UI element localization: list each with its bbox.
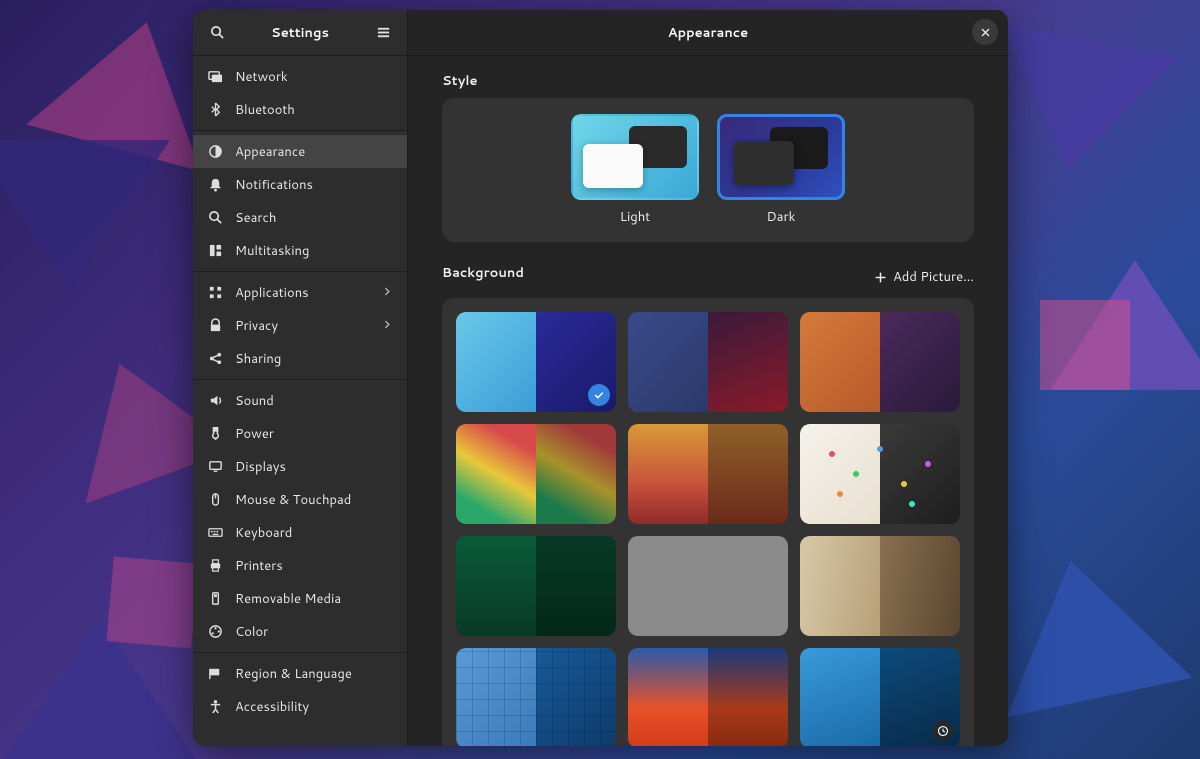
sidebar: Settings Network Bluetooth Appearance Notif… bbox=[193, 10, 408, 746]
sidebar-item-network[interactable]: Network bbox=[193, 60, 407, 93]
style-panel: Light Dark bbox=[442, 98, 974, 242]
sound-icon bbox=[207, 393, 223, 409]
add-picture-label: Add Picture… bbox=[893, 268, 974, 286]
sidebar-item-power[interactable]: Power bbox=[193, 417, 407, 450]
background-thumb-5[interactable] bbox=[628, 424, 788, 524]
sidebar-header: Settings bbox=[193, 10, 407, 56]
sidebar-item-sound[interactable]: Sound bbox=[193, 384, 407, 417]
style-option-dark[interactable]: Dark bbox=[717, 114, 845, 226]
time-badge-icon bbox=[932, 720, 954, 742]
sidebar-item-label: Mouse & Touchpad bbox=[235, 491, 393, 509]
background-thumb-12[interactable] bbox=[800, 648, 960, 746]
mouse-icon bbox=[207, 492, 223, 508]
sidebar-item-label: Appearance bbox=[235, 143, 393, 161]
style-option-label: Light bbox=[620, 208, 650, 226]
background-thumb-4[interactable] bbox=[456, 424, 616, 524]
sidebar-item-label: Network bbox=[235, 68, 393, 86]
share-icon bbox=[207, 351, 223, 367]
sidebar-item-label: Printers bbox=[235, 557, 393, 575]
sidebar-item-keyboard[interactable]: Keyboard bbox=[193, 516, 407, 549]
add-picture-button[interactable]: Add Picture… bbox=[874, 268, 974, 286]
region-icon bbox=[207, 666, 223, 682]
search-button[interactable] bbox=[203, 19, 231, 47]
style-heading: Style bbox=[442, 72, 974, 90]
sidebar-item-printers[interactable]: Printers bbox=[193, 549, 407, 582]
displays-icon bbox=[207, 459, 223, 475]
sidebar-item-label: Displays bbox=[235, 458, 393, 476]
sidebar-item-search[interactable]: Search bbox=[193, 201, 407, 234]
sidebar-item-label: Accessibility bbox=[235, 698, 393, 716]
printers-icon bbox=[207, 558, 223, 574]
appearance-icon bbox=[207, 144, 223, 160]
media-icon bbox=[207, 591, 223, 607]
access-icon bbox=[207, 699, 223, 715]
background-thumb-11[interactable] bbox=[628, 648, 788, 746]
selected-badge bbox=[588, 384, 610, 406]
sidebar-item-label: Power bbox=[235, 425, 393, 443]
power-icon bbox=[207, 426, 223, 442]
sidebar-item-label: Sharing bbox=[235, 350, 393, 368]
style-thumb-light bbox=[571, 114, 699, 200]
menu-button[interactable] bbox=[369, 19, 397, 47]
sidebar-item-label: Applications bbox=[235, 284, 370, 302]
background-panel bbox=[442, 298, 974, 746]
sidebar-item-accessibility[interactable]: Accessibility bbox=[193, 690, 407, 723]
background-thumb-3[interactable] bbox=[800, 312, 960, 412]
keyboard-icon bbox=[207, 525, 223, 541]
background-thumb-7[interactable] bbox=[456, 536, 616, 636]
sidebar-item-label: Search bbox=[235, 209, 393, 227]
sidebar-item-removable-media[interactable]: Removable Media bbox=[193, 582, 407, 615]
sidebar-item-appearance[interactable]: Appearance bbox=[193, 135, 407, 168]
sidebar-item-label: Color bbox=[235, 623, 393, 641]
content-pane: Appearance Style Light Dark Background Ad… bbox=[408, 10, 1008, 746]
sidebar-title: Settings bbox=[231, 24, 369, 42]
sidebar-item-applications[interactable]: Applications bbox=[193, 276, 407, 309]
sidebar-item-bluetooth[interactable]: Bluetooth bbox=[193, 93, 407, 126]
sidebar-item-privacy[interactable]: Privacy bbox=[193, 309, 407, 342]
sidebar-item-notifications[interactable]: Notifications bbox=[193, 168, 407, 201]
bluetooth-icon bbox=[207, 102, 223, 118]
background-thumb-2[interactable] bbox=[628, 312, 788, 412]
content-body: Style Light Dark Background Add Picture… bbox=[408, 56, 1008, 746]
sidebar-item-label: Keyboard bbox=[235, 524, 393, 542]
chevron-right-icon bbox=[382, 317, 393, 335]
sidebar-item-label: Multitasking bbox=[235, 242, 393, 260]
sidebar-item-label: Removable Media bbox=[235, 590, 393, 608]
sidebar-item-color[interactable]: Color bbox=[193, 615, 407, 648]
apps-icon bbox=[207, 285, 223, 301]
background-thumb-8[interactable] bbox=[628, 536, 788, 636]
sidebar-item-sharing[interactable]: Sharing bbox=[193, 342, 407, 375]
sidebar-item-region-language[interactable]: Region & Language bbox=[193, 657, 407, 690]
content-title: Appearance bbox=[668, 24, 748, 42]
background-thumb-6[interactable] bbox=[800, 424, 960, 524]
style-thumb-dark bbox=[717, 114, 845, 200]
multitask-icon bbox=[207, 243, 223, 259]
plus-icon bbox=[874, 271, 887, 284]
sidebar-item-label: Privacy bbox=[235, 317, 370, 335]
sidebar-item-label: Sound bbox=[235, 392, 393, 410]
chevron-right-icon bbox=[382, 284, 393, 302]
background-heading: Background bbox=[442, 264, 524, 282]
close-button[interactable] bbox=[972, 19, 998, 45]
sidebar-item-multitasking[interactable]: Multitasking bbox=[193, 234, 407, 267]
color-icon bbox=[207, 624, 223, 640]
sidebar-item-label: Notifications bbox=[235, 176, 393, 194]
sidebar-item-mouse-touchpad[interactable]: Mouse & Touchpad bbox=[193, 483, 407, 516]
background-thumb-9[interactable] bbox=[800, 536, 960, 636]
settings-window: Settings Network Bluetooth Appearance Notif… bbox=[193, 10, 1008, 746]
privacy-icon bbox=[207, 318, 223, 334]
style-option-label: Dark bbox=[767, 208, 796, 226]
background-thumb-1[interactable] bbox=[456, 312, 616, 412]
sidebar-item-label: Region & Language bbox=[235, 665, 393, 683]
search-icon bbox=[207, 210, 223, 226]
bell-icon bbox=[207, 177, 223, 193]
sidebar-item-displays[interactable]: Displays bbox=[193, 450, 407, 483]
content-header: Appearance bbox=[408, 10, 1008, 56]
style-option-light[interactable]: Light bbox=[571, 114, 699, 226]
network-icon bbox=[207, 69, 223, 85]
sidebar-list: Network Bluetooth Appearance Notifications S… bbox=[193, 56, 407, 746]
sidebar-item-label: Bluetooth bbox=[235, 101, 393, 119]
background-thumb-10[interactable] bbox=[456, 648, 616, 746]
